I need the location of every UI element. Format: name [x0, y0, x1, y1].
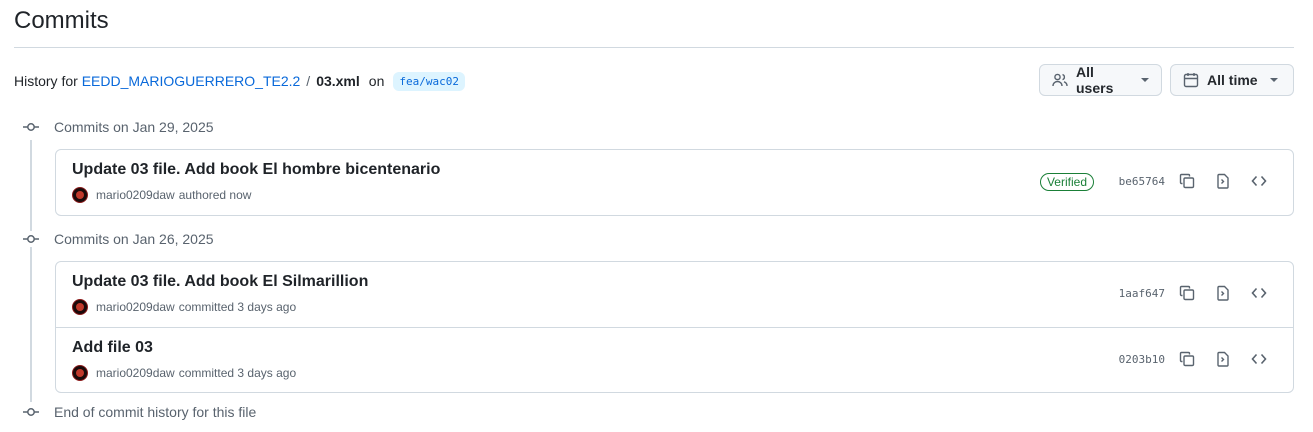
title-divider [14, 47, 1294, 48]
file-diff-icon [1217, 285, 1229, 301]
commit-node-icon [22, 404, 40, 420]
commit-title-link[interactable]: Add file 03 [72, 339, 153, 357]
commit-row: Update 03 file. Add book El Silmarillion… [56, 262, 1293, 327]
copy-icon [1179, 351, 1195, 367]
commit-row: Add file 03 mario0209daw committed 3 day… [56, 327, 1293, 392]
commit-group-header: Commits on Jan 29, 2025 [22, 117, 214, 137]
author-link[interactable]: mario0209daw [96, 366, 175, 380]
avatar[interactable] [72, 365, 88, 381]
all-users-label: All users [1076, 64, 1114, 96]
browse-code-button[interactable] [1245, 167, 1273, 195]
commit-sha-link[interactable]: 0203b10 [1119, 353, 1165, 366]
avatar[interactable] [72, 187, 88, 203]
commit-sha-link[interactable]: 1aaf647 [1119, 287, 1165, 300]
commit-sha-link[interactable]: be65764 [1119, 175, 1165, 188]
author-link[interactable]: mario0209daw [96, 300, 175, 314]
copy-icon [1179, 285, 1195, 301]
browse-code-button[interactable] [1245, 345, 1273, 373]
history-prefix: History for [14, 73, 78, 89]
commit-title-link[interactable]: Update 03 file. Add book El hombre bicen… [72, 161, 440, 179]
group-date: Commits on Jan 29, 2025 [54, 119, 214, 135]
end-of-history: End of commit history for this file [22, 402, 256, 422]
all-time-filter-button[interactable]: All time [1170, 64, 1294, 96]
file-diff-icon [1217, 173, 1229, 189]
file-name: 03.xml [316, 73, 360, 89]
commit-group-box: Update 03 file. Add book El hombre bicen… [55, 149, 1294, 216]
copy-icon [1179, 173, 1195, 189]
commit-meta: mario0209daw committed 3 days ago [72, 299, 296, 315]
file-diff-icon [1217, 351, 1229, 367]
group-date: Commits on Jan 26, 2025 [54, 231, 214, 247]
commit-group-header: Commits on Jan 26, 2025 [22, 229, 214, 249]
page-title: Commits [14, 7, 109, 34]
branch-label[interactable]: fea/wac02 [393, 71, 465, 91]
caret-down-icon [1141, 78, 1149, 82]
view-file-button[interactable] [1209, 345, 1237, 373]
timeline-line [30, 140, 32, 402]
commit-row: Update 03 file. Add book El hombre bicen… [56, 150, 1293, 215]
avatar[interactable] [72, 299, 88, 315]
code-icon [1251, 175, 1267, 187]
commit-action-time: authored now [178, 188, 252, 202]
verified-badge[interactable]: Verified [1039, 173, 1094, 191]
view-file-button[interactable] [1209, 167, 1237, 195]
view-file-button[interactable] [1209, 279, 1237, 307]
code-icon [1251, 353, 1267, 365]
author-link[interactable]: mario0209daw [96, 188, 175, 202]
path-separator: / [306, 73, 311, 89]
copy-sha-button[interactable] [1173, 345, 1201, 373]
commit-meta: mario0209daw authored now [72, 187, 251, 203]
commit-action-time: committed 3 days ago [178, 300, 297, 314]
end-of-history-text: End of commit history for this file [54, 404, 257, 420]
people-icon [1052, 73, 1068, 87]
commit-meta: mario0209daw committed 3 days ago [72, 365, 296, 381]
browse-code-button[interactable] [1245, 279, 1273, 307]
on-label: on [368, 73, 385, 89]
commit-node-icon [22, 231, 40, 247]
calendar-icon [1183, 73, 1199, 88]
copy-sha-button[interactable] [1173, 167, 1201, 195]
repo-link[interactable]: EEDD_MARIOGUERRERO_TE2.2 [82, 73, 301, 89]
all-time-label: All time [1207, 72, 1258, 88]
history-breadcrumb: History for EEDD_MARIOGUERRERO_TE2.2 / 0… [14, 71, 465, 91]
commit-node-icon [22, 119, 40, 135]
commit-group-box: Update 03 file. Add book El Silmarillion… [55, 261, 1294, 393]
commit-title-link[interactable]: Update 03 file. Add book El Silmarillion [72, 273, 368, 291]
caret-down-icon [1269, 78, 1278, 82]
all-users-filter-button[interactable]: All users [1039, 64, 1162, 96]
code-icon [1251, 287, 1267, 299]
copy-sha-button[interactable] [1173, 279, 1201, 307]
commit-action-time: committed 3 days ago [178, 366, 297, 380]
